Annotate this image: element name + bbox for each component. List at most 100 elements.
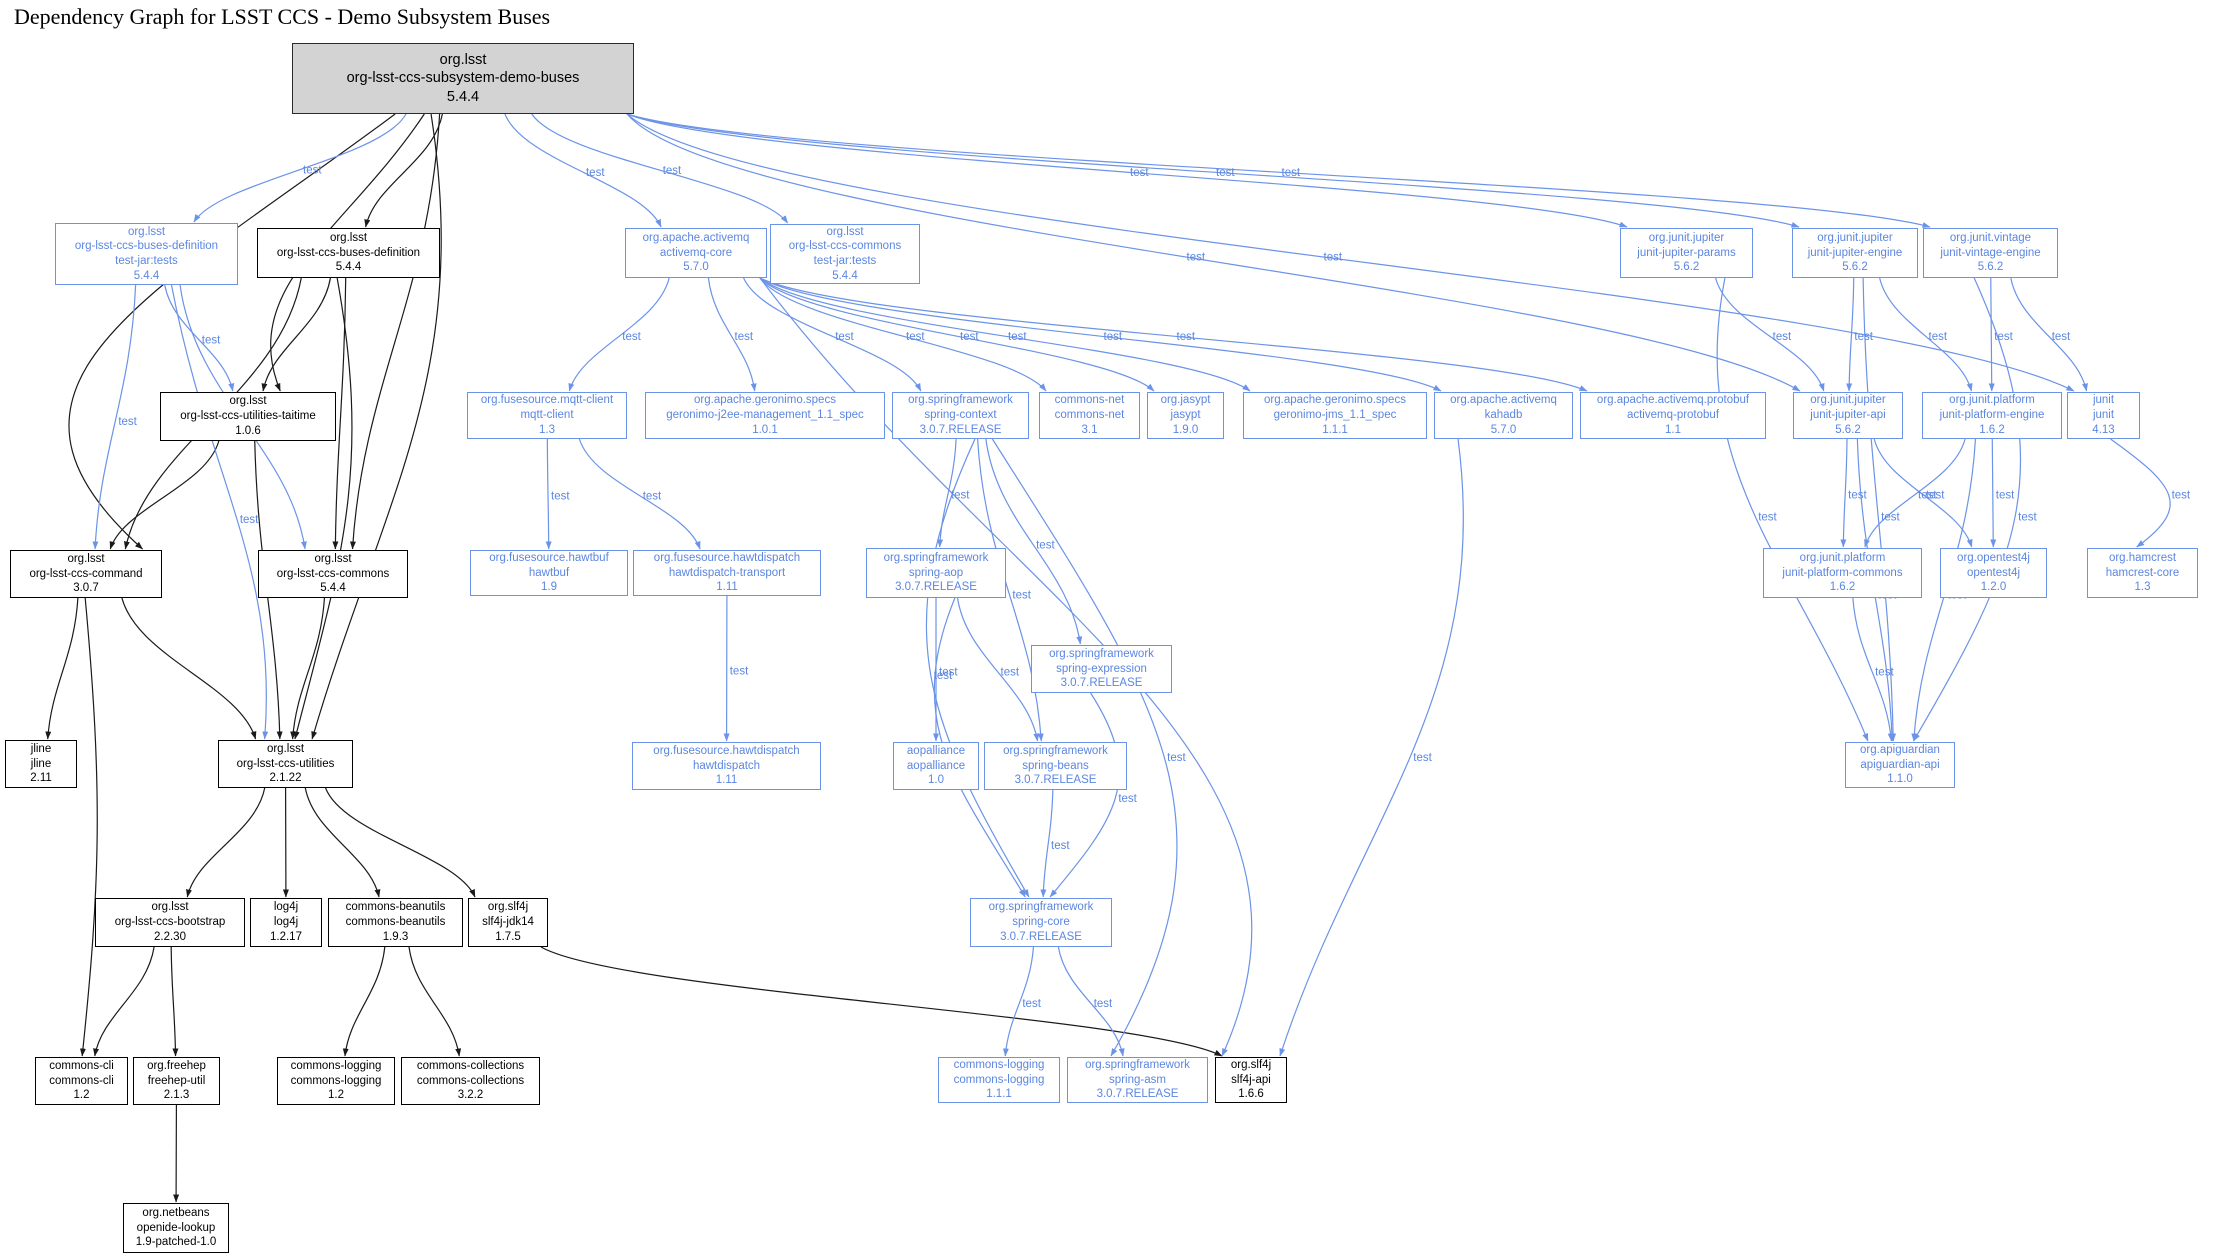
node-label-line: geronimo-jms_1.1_spec	[1274, 408, 1397, 423]
node-protobuf: org.apache.activemq.protobufactivemq-pro…	[1580, 392, 1766, 439]
node-label-line: opentest4j	[1967, 566, 2020, 581]
node-beanutils: commons-beanutilscommons-beanutils1.9.3	[328, 898, 463, 947]
node-label-line: 1.11	[716, 773, 738, 788]
node-geronimo-jms: org.apache.geronimo.specsgeronimo-jms_1.…	[1243, 392, 1427, 439]
node-label-line: org.junit.platform	[1800, 551, 1886, 566]
node-label-line: test-jar:tests	[814, 254, 877, 269]
edge-root-to-jupiter-engine	[627, 114, 1799, 227]
edge-label-test: test	[1036, 540, 1055, 552]
node-label-line: 1.2.17	[270, 930, 302, 945]
edge-root-to-buses-definition	[366, 114, 443, 227]
edge-root-to-commons	[353, 114, 440, 549]
edge-taitime-to-command	[110, 441, 219, 549]
node-label-line: spring-asm	[1109, 1073, 1166, 1088]
edge-bootstrap-to-freehep-util	[171, 947, 175, 1056]
node-label-line: 2.1.22	[270, 771, 302, 786]
node-label-line: org.lsst	[826, 225, 863, 240]
node-label-line: slf4j-api	[1231, 1073, 1271, 1088]
node-label-line: 1.9.0	[1173, 423, 1199, 438]
node-label-line: junit-vintage-engine	[1940, 246, 2040, 261]
edge-label-test: test	[303, 165, 322, 177]
edge-label-test: test	[202, 335, 221, 347]
node-label-line: org.fusesource.hawtdispatch	[654, 551, 800, 566]
node-commons-collections: commons-collectionscommons-collections3.…	[401, 1057, 540, 1105]
edge-label-test: test	[2018, 511, 2037, 523]
node-label-line: activemq-protobuf	[1627, 408, 1719, 423]
node-commons: org.lsstorg-lsst-ccs-commons5.4.4	[258, 550, 408, 598]
edge-label-test: test	[1177, 331, 1196, 343]
node-label-line: 1.3	[2135, 580, 2151, 595]
node-buses-def-tests: org.lsstorg-lsst-ccs-buses-definitiontes…	[55, 223, 238, 285]
node-ccs-commons-tests: org.lsstorg-lsst-ccs-commonstest-jar:tes…	[770, 224, 920, 284]
node-kahadb: org.apache.activemqkahadb5.7.0	[1434, 392, 1573, 439]
edge-label-test: test	[1875, 667, 1894, 679]
node-label-line: org.apache.activemq	[1450, 393, 1557, 408]
node-aopalliance: aopallianceaopalliance1.0	[893, 742, 979, 790]
node-label-line: org.junit.platform	[1949, 393, 2035, 408]
edge-label-test: test	[1094, 998, 1113, 1010]
edge-junit-to-hamcrest	[2111, 439, 2171, 547]
edge-mqtt-client-to-hawtbuf	[547, 439, 548, 549]
edge-label-test: test	[1008, 331, 1027, 343]
node-label-line: 1.9.3	[383, 930, 409, 945]
node-label-line: org.junit.vintage	[1950, 231, 2031, 246]
node-label-line: test-jar:tests	[115, 254, 178, 269]
edge-label-test: test	[586, 167, 605, 179]
node-label-line: 1.2.0	[1981, 580, 2007, 595]
node-spring-context: org.springframeworkspring-context3.0.7.R…	[892, 392, 1029, 439]
edge-spring-core-to-spring-asm	[1058, 947, 1123, 1056]
node-label-line: 2.1.3	[164, 1088, 190, 1103]
node-label-line: org.slf4j	[1231, 1058, 1271, 1073]
edge-bootstrap-to-commons-cli	[95, 947, 154, 1056]
edge-label-test: test	[1413, 752, 1432, 764]
edge-vintage-engine-to-platform-engine	[1991, 278, 1992, 391]
node-commons-logging-111: commons-loggingcommons-logging1.1.1	[938, 1057, 1060, 1103]
node-label-line: spring-beans	[1022, 759, 1088, 774]
edge-label-test: test	[622, 331, 641, 343]
node-label-line: activemq-core	[660, 246, 732, 261]
node-spring-asm: org.springframeworkspring-asm3.0.7.RELEA…	[1067, 1057, 1208, 1103]
edge-spring-aop-to-spring-beans	[958, 598, 1038, 741]
node-label-line: org.lsst	[67, 552, 104, 567]
edge-root-to-ccs-commons-tests	[532, 114, 788, 223]
edge-label-test: test	[240, 514, 259, 526]
node-label-line: 1.3	[539, 423, 555, 438]
edge-label-test: test	[1929, 331, 1948, 343]
node-label-line: jline	[31, 757, 51, 772]
node-label-line: org.junit.jupiter	[1817, 231, 1892, 246]
node-hawtdispatch: org.fusesource.hawtdispatchhawtdispatch1…	[632, 742, 821, 790]
node-label-line: commons-cli	[49, 1074, 114, 1089]
edge-activemq-core-to-mqtt-client	[569, 278, 669, 391]
node-platform-engine: org.junit.platformjunit-platform-engine1…	[1922, 392, 2062, 439]
node-root: org.lsstorg-lsst-ccs-subsystem-demo-buse…	[292, 43, 634, 114]
node-label-line: org.jasypt	[1161, 393, 1211, 408]
edge-label-test: test	[1130, 167, 1149, 179]
node-label-line: org.hamcrest	[2109, 551, 2176, 566]
node-label-line: org-lsst-ccs-buses-definition	[75, 239, 218, 254]
node-label-line: 1.0.1	[752, 423, 778, 438]
edge-jupiter-api-to-platform-commons	[1843, 439, 1847, 547]
node-log4j: log4jlog4j1.2.17	[250, 898, 322, 947]
edge-activemq-core-to-commons-net	[760, 278, 1046, 391]
node-buses-definition: org.lsstorg-lsst-ccs-buses-definition5.4…	[257, 228, 440, 278]
edge-label-test: test	[663, 165, 682, 177]
node-label-line: mqtt-client	[520, 408, 573, 423]
node-label-line: 1.2	[74, 1088, 90, 1103]
graph-title: Dependency Graph for LSST CCS - Demo Sub…	[14, 4, 550, 30]
node-label-line: freehep-util	[148, 1074, 206, 1089]
node-label-line: 3.0.7	[73, 581, 99, 596]
node-label-line: commons-logging	[291, 1074, 382, 1089]
node-label-line: org.springframework	[908, 393, 1013, 408]
node-label-line: 2.11	[30, 771, 52, 786]
node-label-line: commons-net	[1055, 408, 1125, 423]
node-label-line: org.lsst	[229, 394, 266, 409]
node-label-line: org.apache.activemq.protobuf	[1597, 393, 1749, 408]
node-label-line: org.apache.geronimo.specs	[694, 393, 836, 408]
edge-label-test: test	[835, 331, 854, 343]
node-label-line: 1.11	[716, 580, 738, 595]
node-label-line: 3.0.7.RELEASE	[1000, 930, 1082, 945]
node-label-line: commons-logging	[954, 1073, 1045, 1088]
node-label-line: geronimo-j2ee-management_1.1_spec	[666, 408, 864, 423]
dependency-graph: test test test test test test test test test test…	[0, 0, 2233, 1256]
node-utilities: org.lsstorg-lsst-ccs-utilities2.1.22	[218, 740, 353, 788]
